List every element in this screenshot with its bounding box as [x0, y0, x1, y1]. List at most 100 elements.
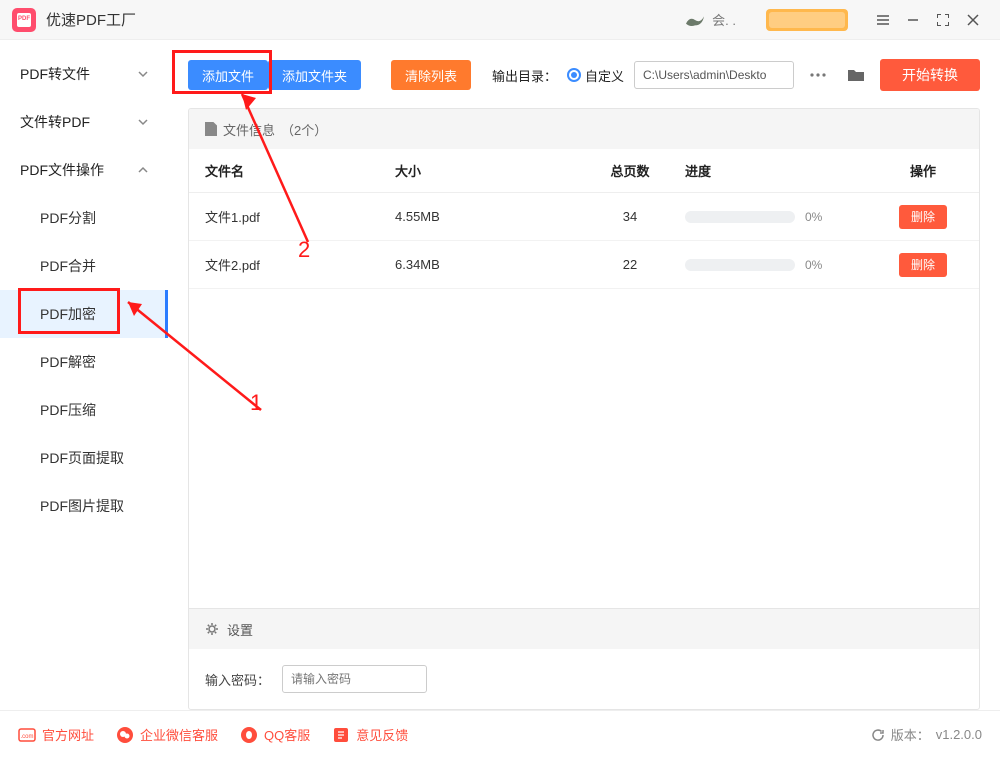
- footer-wechat-support[interactable]: 企业微信客服: [116, 725, 218, 744]
- sidebar-item-label: PDF解密: [40, 352, 96, 372]
- sidebar-item-label: PDF压缩: [40, 400, 96, 420]
- sidebar-group-pdf-to-file[interactable]: PDF转文件: [0, 50, 168, 98]
- password-input[interactable]: [282, 665, 427, 693]
- svg-text:.com: .com: [20, 734, 33, 740]
- cell-size: 6.34MB: [395, 257, 575, 272]
- sidebar-group-label: 文件转PDF: [20, 112, 90, 132]
- footer-link-label: 企业微信客服: [140, 725, 218, 744]
- footer-qq-support[interactable]: QQ客服: [240, 725, 310, 744]
- dots-icon: [810, 73, 826, 77]
- progress-text: 0%: [805, 210, 822, 224]
- add-file-button[interactable]: 添加文件: [188, 60, 268, 90]
- sidebar-item-merge[interactable]: PDF合并: [0, 242, 168, 290]
- chevron-down-icon: [138, 117, 148, 127]
- qq-icon: [240, 726, 258, 744]
- file-panel-header: 文件信息 （2个）: [189, 109, 979, 149]
- vip-indicator[interactable]: 会. .: [684, 10, 736, 29]
- col-header-pages: 总页数: [575, 161, 685, 180]
- sidebar-group-label: PDF转文件: [20, 64, 90, 84]
- toolbar: 添加文件 添加文件夹 清除列表 输出目录： 自定义 开始转换: [188, 52, 980, 98]
- cell-size: 4.55MB: [395, 209, 575, 224]
- fullscreen-icon: [937, 14, 949, 26]
- footer-link-label: QQ客服: [264, 725, 310, 744]
- table-row: 文件1.pdf 4.55MB 34 0% 删除: [189, 193, 979, 241]
- vip-text: 会. .: [712, 10, 736, 29]
- sidebar-group-pdf-ops[interactable]: PDF文件操作: [0, 146, 168, 194]
- version-value: v1.2.0.0: [936, 727, 982, 742]
- cell-pages: 34: [575, 209, 685, 224]
- password-label: 输入密码：: [205, 670, 270, 689]
- document-icon: [205, 122, 217, 136]
- output-mode-radio[interactable]: 自定义: [567, 66, 624, 85]
- sidebar-group-file-to-pdf[interactable]: 文件转PDF: [0, 98, 168, 146]
- footer-feedback[interactable]: 意见反馈: [332, 725, 408, 744]
- menu-button[interactable]: [868, 5, 898, 35]
- progress-bar: [685, 259, 795, 271]
- sidebar-item-label: PDF加密: [40, 304, 96, 324]
- footer: .com 官方网址 企业微信客服 QQ客服 意见反馈 版本： v1.2.0.0: [0, 710, 1000, 758]
- progress-text: 0%: [805, 258, 822, 272]
- refresh-icon: [871, 728, 885, 742]
- footer-link-label: 官方网址: [42, 725, 94, 744]
- fullscreen-button[interactable]: [928, 5, 958, 35]
- add-folder-button[interactable]: 添加文件夹: [268, 60, 361, 90]
- start-convert-button[interactable]: 开始转换: [880, 59, 980, 91]
- clear-list-button[interactable]: 清除列表: [391, 60, 471, 90]
- sidebar-item-extract-pages[interactable]: PDF页面提取: [0, 434, 168, 482]
- app-logo: [12, 8, 36, 32]
- more-button[interactable]: [804, 61, 832, 89]
- col-header-size: 大小: [395, 161, 575, 180]
- col-header-action: 操作: [883, 161, 963, 180]
- close-button[interactable]: [958, 5, 988, 35]
- cell-filename: 文件1.pdf: [205, 207, 395, 226]
- sidebar-item-label: PDF分割: [40, 208, 96, 228]
- wechat-icon: [116, 726, 134, 744]
- sidebar-item-encrypt[interactable]: PDF加密: [0, 290, 168, 338]
- minimize-icon: [906, 13, 920, 27]
- close-icon: [966, 13, 980, 27]
- sidebar-item-label: PDF页面提取: [40, 448, 124, 468]
- version-info[interactable]: 版本： v1.2.0.0: [871, 725, 982, 744]
- sidebar-group-label: PDF文件操作: [20, 160, 104, 180]
- output-path-input[interactable]: [634, 61, 794, 89]
- folder-icon: [847, 68, 865, 82]
- output-dir-label: 输出目录：: [492, 66, 557, 85]
- sidebar-item-label: PDF图片提取: [40, 496, 124, 516]
- cell-filename: 文件2.pdf: [205, 255, 395, 274]
- sidebar-item-decrypt[interactable]: PDF解密: [0, 338, 168, 386]
- delete-button[interactable]: 删除: [899, 205, 947, 229]
- open-folder-button[interactable]: [842, 61, 870, 89]
- delete-button[interactable]: 删除: [899, 253, 947, 277]
- file-panel-title: 文件信息: [223, 120, 275, 139]
- progress-bar: [685, 211, 795, 223]
- title-bar: 优速PDF工厂 会. .: [0, 0, 1000, 40]
- col-header-progress: 进度: [685, 161, 883, 180]
- chevron-up-icon: [138, 165, 148, 175]
- table-row: 文件2.pdf 6.34MB 22 0% 删除: [189, 241, 979, 289]
- sidebar-item-extract-images[interactable]: PDF图片提取: [0, 482, 168, 530]
- globe-icon: .com: [18, 726, 36, 744]
- settings-panel: 设置 输入密码：: [189, 608, 979, 709]
- file-panel: 文件信息 （2个） 文件名 大小 总页数 进度 操作 文件1.pdf 4.55M…: [188, 108, 980, 710]
- feedback-icon: [332, 726, 350, 744]
- sidebar: PDF转文件 文件转PDF PDF文件操作 PDF分割 PDF合并 PDF加密 …: [0, 40, 168, 710]
- dragon-icon: [684, 11, 706, 29]
- table-header: 文件名 大小 总页数 进度 操作: [189, 149, 979, 193]
- col-header-name: 文件名: [205, 161, 395, 180]
- gear-icon: [205, 622, 219, 636]
- radio-checked-icon: [567, 68, 581, 82]
- file-panel-count: （2个）: [281, 120, 327, 139]
- sidebar-item-compress[interactable]: PDF压缩: [0, 386, 168, 434]
- settings-title: 设置: [227, 620, 253, 639]
- upgrade-button[interactable]: [766, 9, 848, 31]
- chevron-down-icon: [138, 69, 148, 79]
- sidebar-item-split[interactable]: PDF分割: [0, 194, 168, 242]
- cell-pages: 22: [575, 257, 685, 272]
- output-mode-label: 自定义: [585, 66, 624, 85]
- app-title: 优速PDF工厂: [46, 9, 136, 30]
- sidebar-item-label: PDF合并: [40, 256, 96, 276]
- footer-link-label: 意见反馈: [356, 725, 408, 744]
- footer-official-site[interactable]: .com 官方网址: [18, 725, 94, 744]
- hamburger-icon: [876, 13, 890, 27]
- minimize-button[interactable]: [898, 5, 928, 35]
